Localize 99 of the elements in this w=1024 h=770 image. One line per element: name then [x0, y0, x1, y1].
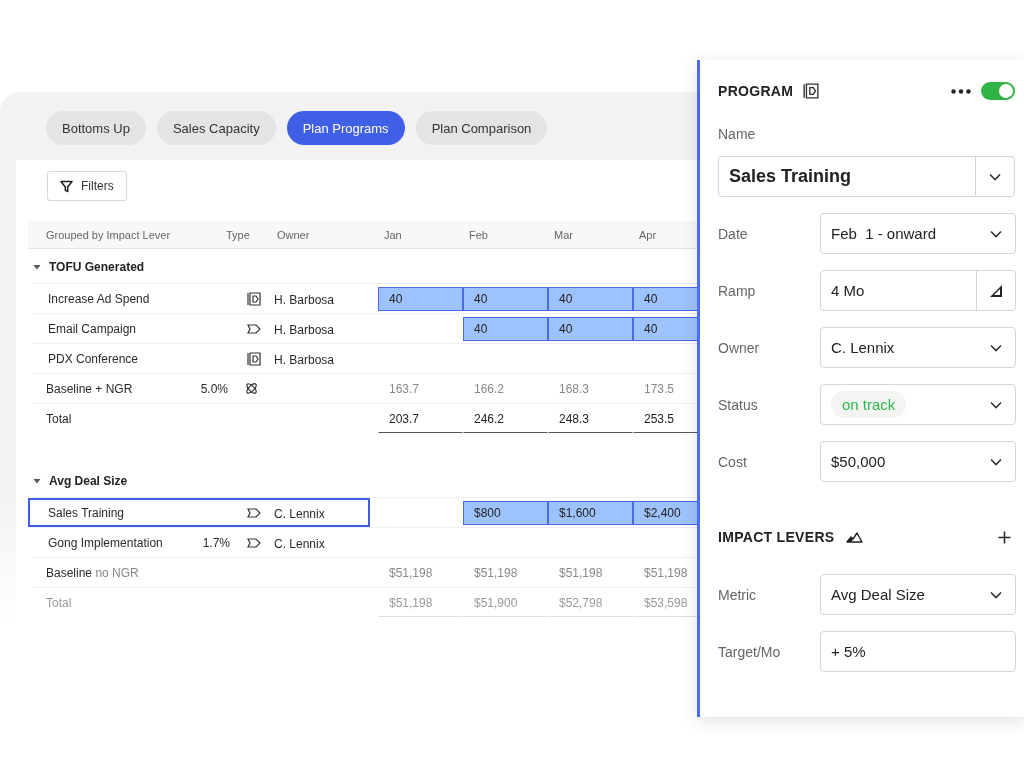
group-title: Avg Deal Size [49, 474, 128, 488]
program-name: Gong Implementation [48, 535, 164, 550]
highlighted-cell: 40 [378, 286, 463, 311]
tag-icon [247, 537, 261, 548]
column-header: Grouped by Impact Lever [46, 228, 172, 241]
tab[interactable]: Bottoms Up [46, 111, 146, 145]
chevron-down-icon [989, 457, 1002, 466]
table-cell-text: 168.3 [558, 380, 591, 398]
toggle-switch[interactable] [981, 82, 1015, 100]
highlighted-cell: 40 [633, 286, 697, 311]
baseline-label: Baseline no NGR [46, 565, 140, 580]
table-cell: $52,798 [548, 588, 633, 617]
table-cell-text: $51,198 [473, 564, 519, 582]
column-header: Type [226, 228, 251, 241]
plus-icon [998, 530, 1011, 544]
table-cell-text: $51,198 [388, 564, 434, 582]
field-label: Metric [718, 586, 758, 603]
table-cell: 248.3 [548, 404, 633, 433]
tab[interactable]: Plan Programs [286, 111, 405, 145]
percent-text: 5.0% [199, 381, 229, 396]
owner-name: H. Barbosa [273, 322, 336, 337]
table-cell-text: 166.2 [473, 380, 506, 398]
ramp-field[interactable]: 4 Mo [820, 270, 1016, 311]
tab[interactable]: Plan Comparison [415, 111, 548, 145]
table-cell-text: $51,198 [558, 564, 604, 582]
select-field[interactable]: $50,000 [820, 441, 1016, 482]
field-label: Cost [718, 453, 748, 470]
row-label-group[interactable]: Gong Implementation 1.7% C. Lennix [28, 528, 370, 557]
chevron-down-icon [989, 172, 1001, 181]
table-cell: 203.7 [378, 404, 463, 433]
percent-text: 1.7% [201, 535, 231, 550]
field-label: Owner [718, 339, 761, 356]
column-header: Feb [468, 228, 489, 241]
chevron-down-icon [989, 400, 1002, 409]
more-icon[interactable] [951, 88, 971, 94]
total-label: Total [46, 411, 73, 426]
row-label-group[interactable]: PDX Conference H. Barbosa [28, 344, 370, 373]
table-cell-text: 163.7 [388, 380, 421, 398]
group-title: TOFU Generated [49, 260, 145, 274]
field-label: Status [718, 396, 759, 413]
highlighted-cell: 40 [548, 286, 633, 311]
field-label: Ramp [718, 282, 757, 299]
table-cell-text: $51,198 [643, 564, 689, 582]
column-header: Owner [277, 228, 311, 241]
ramp-icon [989, 283, 1003, 298]
highlighted-cell: $1,600 [548, 500, 633, 525]
tag-icon [247, 507, 261, 518]
select-field[interactable]: C. Lennix [820, 327, 1016, 368]
chevron-down-icon [989, 229, 1002, 238]
section-title: IMPACT LEVERS [718, 529, 835, 545]
chevron-down-icon [989, 343, 1002, 352]
highlighted-cell: $2,400 [633, 500, 697, 525]
column-header: Jan [383, 228, 403, 241]
input-field[interactable]: + 5% [820, 631, 1016, 672]
highlighted-cell: $800 [463, 500, 548, 525]
row-label-group[interactable]: Increase Ad Spend H. Barbosa [28, 284, 370, 313]
total-label: Total [46, 595, 73, 610]
filters-button[interactable]: Filters [47, 171, 127, 201]
table-cell: $51,900 [463, 588, 548, 617]
table-cell: $51,198 [378, 588, 463, 617]
owner-name: H. Barbosa [273, 292, 336, 307]
column-header: Mar [553, 228, 574, 241]
row-label-group[interactable]: Email Campaign H. Barbosa [28, 314, 370, 343]
name-select[interactable]: Sales Training [718, 156, 1015, 197]
highlighted-cell: 40 [633, 316, 697, 341]
filter-icon [60, 179, 73, 193]
highlighted-cell: 40 [548, 316, 633, 341]
program-name: PDX Conference [48, 351, 140, 366]
owner-name: C. Lennix [273, 506, 326, 521]
bracket-box-icon [247, 291, 261, 306]
status-pill: on track [831, 391, 907, 418]
bracket-box-icon [803, 83, 820, 99]
add-button[interactable] [998, 530, 1011, 544]
select-field[interactable]: Avg Deal Size [820, 574, 1016, 615]
owner-name: H. Barbosa [273, 352, 336, 367]
owner-name: C. Lennix [273, 536, 326, 551]
program-name: Sales Training [48, 505, 126, 520]
table-cell: 246.2 [463, 404, 548, 433]
program-name: Increase Ad Spend [48, 291, 151, 306]
chevron-down-icon [989, 590, 1002, 599]
table-cell-text: 173.5 [643, 380, 676, 398]
bracket-box-icon [247, 351, 261, 366]
mountain-icon [846, 531, 864, 543]
tab[interactable]: Sales Capacity [156, 111, 276, 145]
row-label-group[interactable]: Sales Training C. Lennix [28, 498, 370, 527]
caret-icon[interactable] [33, 477, 41, 485]
field-label: Date [718, 225, 749, 242]
highlighted-cell: 40 [463, 316, 548, 341]
field-label: Target/Mo [718, 643, 782, 660]
caret-icon[interactable] [33, 263, 41, 271]
tag-icon [247, 323, 261, 334]
baseline-label: Baseline + NGR [46, 381, 134, 396]
field-label: Name [718, 126, 757, 142]
program-name: Email Campaign [48, 321, 138, 336]
atom-icon [245, 382, 258, 395]
panel-title: PROGRAM [718, 83, 794, 99]
select-field[interactable]: Feb 1 - onward [820, 213, 1016, 254]
column-header: Apr [638, 228, 658, 241]
highlighted-cell: 40 [463, 286, 548, 311]
